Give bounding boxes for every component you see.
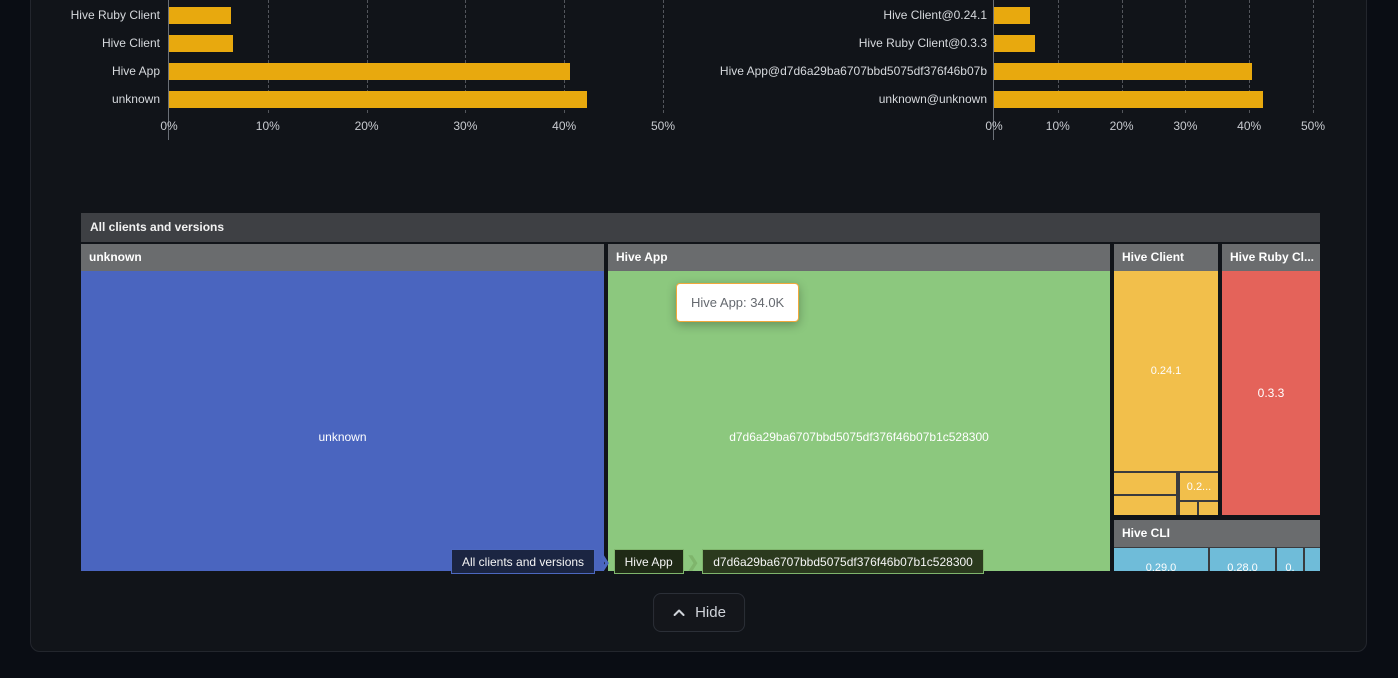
treemap-section-hive-client[interactable]: Hive Client 0.24.1 0.2...: [1114, 244, 1218, 515]
x-tick: 10%: [256, 119, 280, 133]
bar-hive-client[interactable]: [169, 35, 233, 52]
category-label: Hive Client@0.24.1: [560, 7, 987, 24]
chevron-up-icon: [672, 606, 686, 620]
treemap-section-title: Hive App: [608, 244, 1110, 271]
category-label: Hive Ruby Client: [40, 7, 160, 24]
category-label: Hive App@d7d6a29ba6707bbd5075df376f46b07…: [560, 63, 987, 80]
clients-treemap: All clients and versions unknown unknown…: [81, 213, 1320, 571]
treemap-tile-cli-version[interactable]: 0.29.0: [1114, 548, 1208, 571]
bar-hive-app[interactable]: [169, 63, 570, 80]
chevron-right-icon: ❯: [684, 549, 703, 574]
category-label: unknown: [40, 91, 160, 108]
x-tick: 30%: [453, 119, 477, 133]
bar-unknown-unknown[interactable]: [994, 91, 1263, 108]
x-tick: 40%: [552, 119, 576, 133]
treemap-breadcrumb: All clients and versions ❯ Hive App ❯ d7…: [451, 549, 984, 574]
right-plot-area: 0% 10% 20% 30% 40% 50%: [993, 0, 1313, 140]
x-tick: 50%: [651, 119, 675, 133]
category-label: Hive App: [40, 63, 160, 80]
treemap-tile-0-2[interactable]: 0.2...: [1180, 473, 1218, 500]
treemap-section-title: Hive CLI: [1114, 520, 1320, 547]
treemap-section-title: Hive Ruby Cl...: [1222, 244, 1320, 271]
treemap-tile-cli-version[interactable]: [1305, 548, 1320, 571]
x-tick: 0%: [160, 119, 177, 133]
clients-dashboard: Hive Ruby Client Hive Client Hive App un…: [0, 0, 1398, 678]
treemap-section-title: unknown: [81, 244, 604, 271]
category-label: Hive Client: [40, 35, 160, 52]
x-tick: 10%: [1046, 119, 1070, 133]
treemap-tooltip: Hive App: 34.0K: [676, 283, 799, 322]
treemap-tile-0-3-3[interactable]: 0.3.3: [1222, 271, 1320, 515]
treemap-section-hive-ruby-client[interactable]: Hive Ruby Cl... 0.3.3: [1222, 244, 1320, 515]
hide-button[interactable]: Hide: [653, 593, 745, 632]
breadcrumb-item-hash[interactable]: d7d6a29ba6707bbd5075df376f46b07b1c528300: [702, 549, 984, 574]
category-label: Hive Ruby Client@0.3.3: [560, 35, 987, 52]
bar-unknown[interactable]: [169, 91, 587, 108]
treemap-tile-small[interactable]: [1114, 473, 1176, 494]
category-label: unknown@unknown: [560, 91, 987, 108]
treemap-tile-small[interactable]: [1180, 502, 1197, 515]
bar-hive-app-hash[interactable]: [994, 63, 1252, 80]
bar-hive-client-0241[interactable]: [994, 7, 1030, 24]
bar-hive-ruby-client[interactable]: [169, 7, 231, 24]
tooltip-text: Hive App: 34.0K: [691, 295, 784, 310]
x-tick: 40%: [1237, 119, 1261, 133]
treemap-tile-cli-version[interactable]: 0.: [1277, 548, 1303, 571]
x-tick: 0%: [985, 119, 1002, 133]
treemap-tile-small[interactable]: [1199, 502, 1218, 515]
x-tick: 20%: [355, 119, 379, 133]
treemap-section-unknown[interactable]: unknown unknown: [81, 244, 604, 571]
treemap-tile-small[interactable]: [1114, 496, 1176, 515]
treemap-section-title: Hive Client: [1114, 244, 1218, 271]
breadcrumb-item-hive-app[interactable]: Hive App: [614, 549, 684, 574]
treemap-tile-cli-version[interactable]: 0.28.0: [1210, 548, 1275, 571]
treemap-section-hive-cli[interactable]: Hive CLI 0.29.0 0.28.0 0.: [1114, 520, 1320, 571]
x-tick: 50%: [1301, 119, 1325, 133]
treemap-root-header[interactable]: All clients and versions: [81, 213, 1320, 242]
chevron-right-icon: ❯: [595, 549, 614, 574]
bar-hive-ruby-033[interactable]: [994, 35, 1035, 52]
treemap-tile-unknown[interactable]: unknown: [81, 271, 604, 571]
hide-button-label: Hide: [695, 604, 726, 621]
x-tick: 30%: [1173, 119, 1197, 133]
x-tick: 20%: [1110, 119, 1134, 133]
treemap-tile-0-24-1[interactable]: 0.24.1: [1114, 271, 1218, 471]
breadcrumb-item-root[interactable]: All clients and versions: [451, 549, 595, 574]
gridline: [1313, 0, 1314, 113]
